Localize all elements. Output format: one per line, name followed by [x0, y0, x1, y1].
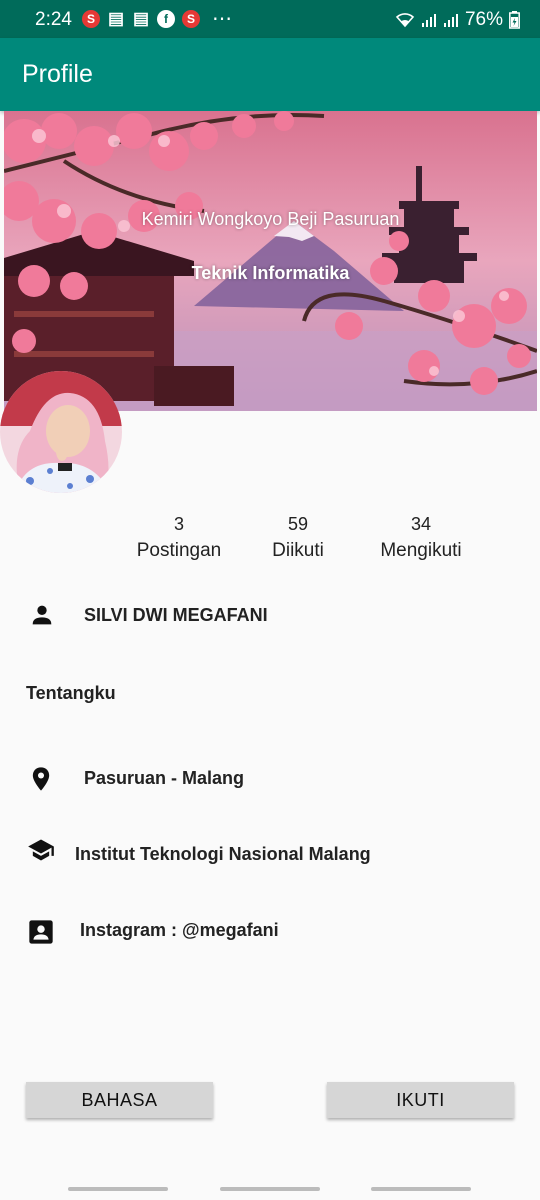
s-app-notification-icon: S	[82, 10, 100, 28]
stat-following-count: 34	[410, 514, 432, 534]
status-time: 2:24	[35, 9, 72, 30]
contact-card-icon	[29, 920, 53, 944]
graduation-cap-icon	[28, 839, 54, 861]
follow-button[interactable]: IKUTI	[327, 1082, 514, 1118]
profile-avatar[interactable]	[0, 371, 122, 493]
nav-recent-apps-pill[interactable]	[68, 1187, 168, 1191]
battery-charging-icon	[509, 11, 520, 29]
location-text: Pasuruan - Malang	[84, 768, 245, 788]
about-heading: Tentangku	[26, 683, 116, 703]
more-notifications-icon: ⋯	[212, 8, 234, 30]
language-button[interactable]: BAHASA	[26, 1082, 213, 1118]
cover-address: Kemiri Wongkoyo Beji Pasuruan	[141, 209, 400, 229]
facebook-notification-icon: f	[157, 10, 175, 28]
stat-following[interactable]: 34 Mengikuti	[346, 514, 496, 562]
app-bar: Profile	[0, 38, 540, 111]
cover-major: Teknik Informatika	[191, 263, 350, 283]
instagram-text: Instagram : @megafani	[80, 920, 279, 940]
gift-notification-icon: ▤	[132, 9, 150, 28]
battery-percent: 76%	[464, 9, 503, 30]
gift-notification-icon: ▤	[107, 9, 125, 28]
person-icon	[32, 605, 52, 625]
location-pin-icon	[32, 767, 50, 791]
profile-name: SILVI DWI MEGAFANI	[84, 605, 268, 625]
avatar-photo	[0, 371, 122, 493]
s-app-notification-icon: S	[182, 10, 200, 28]
stat-following-label: Mengikuti	[380, 540, 462, 561]
nav-home-pill[interactable]	[220, 1187, 320, 1191]
cover-image: Kemiri Wongkoyo Beji Pasuruan Teknik Inf…	[4, 111, 537, 411]
nav-back-pill[interactable]	[371, 1187, 471, 1191]
school-text: Institut Teknologi Nasional Malang	[75, 844, 371, 864]
cherry-blossom-illustration	[4, 111, 537, 411]
status-bar: 2:24 S ▤ ▤ f S ⋯ 76%	[0, 0, 540, 38]
page-title: Profile	[22, 60, 93, 88]
wifi-icon	[395, 13, 415, 28]
signal-icon	[421, 14, 436, 27]
signal-icon	[443, 14, 458, 27]
